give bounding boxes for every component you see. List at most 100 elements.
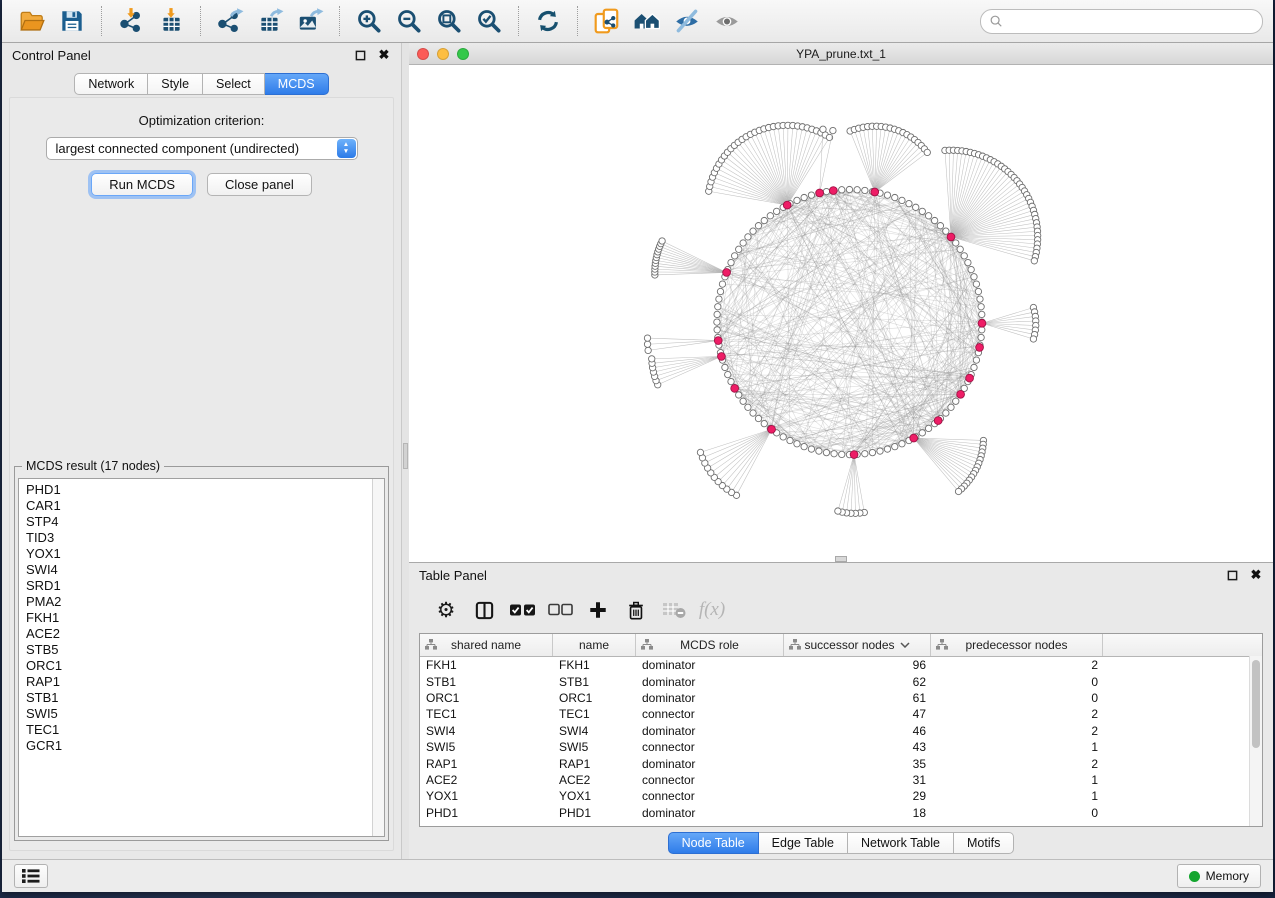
network-canvas[interactable] xyxy=(409,65,1273,562)
copy-network-button[interactable] xyxy=(589,3,625,39)
search-input[interactable] xyxy=(1008,13,1254,29)
optimization-select[interactable]: largest connected component (undirected)… xyxy=(46,137,358,160)
table-row[interactable]: TEC1TEC1connector472 xyxy=(420,706,1262,722)
table-tab-edge-table[interactable]: Edge Table xyxy=(759,832,848,854)
export-image-button[interactable] xyxy=(292,3,328,39)
select-all-button[interactable] xyxy=(503,593,541,627)
table-scrollbar-thumb[interactable] xyxy=(1252,660,1260,748)
table-cell: SWI5 xyxy=(420,740,553,754)
table-row[interactable]: SWI5SWI5connector431 xyxy=(420,739,1262,755)
add-column-icon xyxy=(588,600,608,620)
close-panel-button[interactable]: Close panel xyxy=(207,173,312,196)
import-table-button[interactable] xyxy=(153,3,189,39)
table-cell: SWI4 xyxy=(420,724,553,738)
column-header-name[interactable]: name xyxy=(553,634,636,656)
column-header-predecessor-nodes[interactable]: predecessor nodes xyxy=(931,634,1103,656)
column-header-MCDS-role[interactable]: MCDS role xyxy=(636,634,784,656)
table-tab-node-table[interactable]: Node Table xyxy=(668,832,759,854)
float-window-icon[interactable] xyxy=(353,48,367,62)
float-window-icon[interactable] xyxy=(1225,568,1239,582)
mcds-result-item[interactable]: STB1 xyxy=(26,690,384,706)
column-header-shared-name[interactable]: shared name xyxy=(420,634,553,656)
hide-selected-button[interactable] xyxy=(669,3,705,39)
mcds-list-scrollbar[interactable] xyxy=(372,479,384,836)
vertical-splitter[interactable] xyxy=(401,43,409,859)
mcds-result-item[interactable]: PHD1 xyxy=(26,482,384,498)
table-scrollbar[interactable] xyxy=(1249,656,1262,826)
close-panel-icon[interactable]: ✖ xyxy=(1249,568,1263,582)
mcds-result-item[interactable]: GCR1 xyxy=(26,738,384,754)
table-tab-motifs[interactable]: Motifs xyxy=(954,832,1014,854)
save-session-button[interactable] xyxy=(54,3,90,39)
table-row[interactable]: YOX1YOX1connector291 xyxy=(420,788,1262,804)
mcds-result-list[interactable]: PHD1CAR1STP4TID3YOX1SWI4SRD1PMA2FKH1ACE2… xyxy=(18,478,385,837)
minimize-traffic-light-icon[interactable] xyxy=(437,48,449,60)
refresh-button[interactable] xyxy=(530,3,566,39)
table-row[interactable]: FKH1FKH1dominator962 xyxy=(420,657,1262,673)
mcds-result-item[interactable]: TID3 xyxy=(26,530,384,546)
table-cell: 62 xyxy=(784,675,931,689)
table-row[interactable]: ORC1ORC1dominator610 xyxy=(420,690,1262,706)
table-panel-title: Table Panel xyxy=(419,568,487,583)
mcds-result-item[interactable]: YOX1 xyxy=(26,546,384,562)
table-cell: connector xyxy=(636,773,784,787)
table-cell: SWI4 xyxy=(553,724,636,738)
network-graph[interactable] xyxy=(409,65,1273,560)
mcds-result-item[interactable]: SRD1 xyxy=(26,578,384,594)
table-cell: TEC1 xyxy=(420,707,553,721)
delete-columns-button[interactable] xyxy=(617,593,655,627)
mcds-result-item[interactable]: FKH1 xyxy=(26,610,384,626)
mcds-result-item[interactable]: TEC1 xyxy=(26,722,384,738)
import-network-button[interactable] xyxy=(113,3,149,39)
zoom-fit-button[interactable] xyxy=(431,3,467,39)
table-row[interactable]: PHD1PHD1dominator180 xyxy=(420,805,1262,821)
deselect-all-button[interactable] xyxy=(541,593,579,627)
mcds-result-item[interactable]: PMA2 xyxy=(26,594,384,610)
mcds-result-item[interactable]: CAR1 xyxy=(26,498,384,514)
zoom-in-button[interactable] xyxy=(351,3,387,39)
zoom-traffic-light-icon[interactable] xyxy=(457,48,469,60)
mcds-result-item[interactable]: STB5 xyxy=(26,642,384,658)
close-traffic-light-icon[interactable] xyxy=(417,48,429,60)
first-neighbors-button[interactable] xyxy=(629,3,665,39)
export-table-button[interactable] xyxy=(252,3,288,39)
column-header-successor-nodes[interactable]: successor nodes xyxy=(784,634,931,656)
table-row[interactable]: SWI4SWI4dominator462 xyxy=(420,723,1262,739)
tab-mcds[interactable]: MCDS xyxy=(265,73,329,95)
open-file-button[interactable] xyxy=(14,3,50,39)
network-title: YPA_prune.txt_1 xyxy=(796,47,886,61)
table-row[interactable]: RAP1RAP1dominator352 xyxy=(420,755,1262,771)
mcds-result-item[interactable]: ACE2 xyxy=(26,626,384,642)
horizontal-splitter-grip[interactable] xyxy=(835,556,847,562)
search-box[interactable] xyxy=(980,9,1263,34)
settings-button[interactable]: ⚙ xyxy=(427,593,465,627)
table-cell: 1 xyxy=(931,789,1103,803)
mcds-result-item[interactable]: STP4 xyxy=(26,514,384,530)
close-panel-icon[interactable]: ✖ xyxy=(377,48,391,62)
splitter-grip[interactable] xyxy=(403,443,408,469)
tab-select[interactable]: Select xyxy=(203,73,265,95)
table-row[interactable]: STB1STB1dominator620 xyxy=(420,673,1262,689)
add-column-button[interactable] xyxy=(579,593,617,627)
zoom-selected-icon xyxy=(475,7,503,35)
table-cell: YOX1 xyxy=(553,789,636,803)
table-cell: RAP1 xyxy=(553,757,636,771)
zoom-out-button[interactable] xyxy=(391,3,427,39)
tab-style[interactable]: Style xyxy=(148,73,203,95)
mcds-result-item[interactable]: SWI4 xyxy=(26,562,384,578)
tab-network[interactable]: Network xyxy=(74,73,148,95)
mcds-result-item[interactable]: ORC1 xyxy=(26,658,384,674)
mcds-result-item[interactable]: RAP1 xyxy=(26,674,384,690)
toggle-columns-button[interactable] xyxy=(465,593,503,627)
mcds-result-item[interactable]: SWI5 xyxy=(26,706,384,722)
zoom-selected-button[interactable] xyxy=(471,3,507,39)
memory-button[interactable]: Memory xyxy=(1177,864,1261,888)
show-all-button[interactable] xyxy=(709,3,745,39)
export-network-button[interactable] xyxy=(212,3,248,39)
table-tab-network-table[interactable]: Network Table xyxy=(848,832,954,854)
task-monitor-button[interactable] xyxy=(14,864,48,888)
table-cell: TEC1 xyxy=(553,707,636,721)
table-cell: connector xyxy=(636,740,784,754)
table-row[interactable]: ACE2ACE2connector311 xyxy=(420,772,1262,788)
run-mcds-button[interactable]: Run MCDS xyxy=(91,173,193,196)
